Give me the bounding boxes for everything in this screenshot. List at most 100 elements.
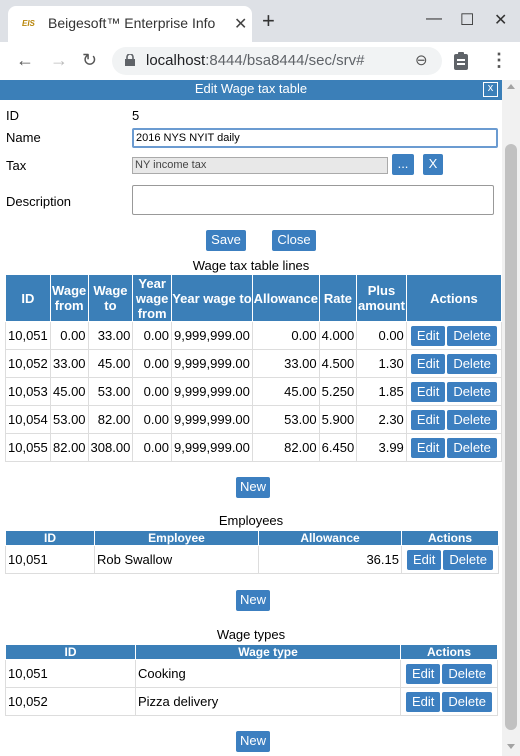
edit-button[interactable]: Edit <box>406 663 441 684</box>
cell-wage-to: 82.00 <box>87 405 134 434</box>
table-row: 10,053 45.00 53.00 0.00 9,999,999.00 45.… <box>5 377 502 406</box>
cell-wage-to: 33.00 <box>87 321 134 350</box>
col-header: Year wage from <box>132 274 172 322</box>
table-row: 10,051 Cooking Edit Delete <box>5 659 498 688</box>
cell-allowance: 33.00 <box>251 349 320 378</box>
col-header: Wage type <box>135 644 401 660</box>
delete-button[interactable]: Delete <box>442 663 492 684</box>
delete-button[interactable]: Delete <box>447 353 497 374</box>
lines-table: ID Wage from Wage to Year wage from Year… <box>5 274 502 462</box>
cell-wage-type: Cooking <box>135 659 401 688</box>
name-input[interactable] <box>132 128 498 148</box>
col-header: Actions <box>400 644 498 660</box>
minimize-icon[interactable]: — <box>426 10 442 28</box>
col-header: Wage to <box>87 274 134 322</box>
dialog-title: Edit Wage tax table <box>194 81 308 96</box>
cell-wage-to: 45.00 <box>87 349 134 378</box>
page-viewport: Edit Wage tax table x ID 5 Name Tax NY i… <box>0 80 502 756</box>
delete-button[interactable]: Delete <box>442 691 492 712</box>
col-header: Actions <box>401 530 499 546</box>
clipboard-icon[interactable] <box>454 52 468 70</box>
new-tab-icon[interactable]: + <box>262 10 275 32</box>
new-wage-type-button[interactable]: New <box>236 731 270 752</box>
browser-toolbar: ← → ↻ localhost:8444/bsa8444/sec/srv# ⊖ … <box>0 42 520 81</box>
description-textarea[interactable] <box>132 185 494 215</box>
cell-wage-to: 53.00 <box>87 377 134 406</box>
reload-icon[interactable]: ↻ <box>82 50 97 71</box>
delete-button[interactable]: Delete <box>447 325 497 346</box>
new-line-button[interactable]: New <box>236 477 270 498</box>
delete-button[interactable]: Delete <box>447 409 497 430</box>
scroll-up-icon[interactable] <box>507 84 515 89</box>
edit-button[interactable]: Edit <box>410 409 446 430</box>
tax-field[interactable]: NY income tax <box>132 157 388 174</box>
browser-tab[interactable]: EIS Beigesoft™ Enterprise Info ✕ <box>8 6 252 42</box>
cell-allowance: 45.00 <box>251 377 320 406</box>
cell-actions: Edit Delete <box>405 377 502 406</box>
cell-wage-from: 0.00 <box>49 321 89 350</box>
dialog-close-button[interactable]: x <box>483 82 498 97</box>
favicon-icon: EIS <box>22 19 35 28</box>
cell-id: 10,052 <box>5 687 136 716</box>
tab-strip: EIS Beigesoft™ Enterprise Info ✕ + — ☐ ✕ <box>0 0 520 42</box>
cell-id: 10,051 <box>5 321 51 350</box>
tax-pick-button[interactable]: ... <box>392 154 414 175</box>
cell-rate: 4.000 <box>318 321 358 350</box>
cell-year-wage-to: 9,999,999.00 <box>170 349 253 378</box>
col-header: Actions <box>405 274 502 322</box>
cell-rate: 5.900 <box>318 405 358 434</box>
cell-year-wage-from: 0.00 <box>132 433 172 462</box>
table-row: 10,054 53.00 82.00 0.00 9,999,999.00 53.… <box>5 405 502 434</box>
edit-button[interactable]: Edit <box>410 325 446 346</box>
scroll-thumb[interactable] <box>505 144 517 730</box>
tab-title: Beigesoft™ Enterprise Info <box>48 15 216 31</box>
cell-id: 10,051 <box>5 545 95 574</box>
scroll-down-icon[interactable] <box>507 744 515 749</box>
table-row: 10,052 Pizza delivery Edit Delete <box>5 687 498 716</box>
edit-button[interactable]: Edit <box>410 353 446 374</box>
close-button[interactable]: Close <box>272 230 316 251</box>
cell-employee: Rob Swallow <box>94 545 259 574</box>
cell-year-wage-to: 9,999,999.00 <box>170 377 253 406</box>
edit-button[interactable]: Edit <box>407 549 442 570</box>
edit-button[interactable]: Edit <box>410 437 446 458</box>
table-row: 10,052 33.00 45.00 0.00 9,999,999.00 33.… <box>5 349 502 378</box>
menu-icon[interactable]: ⋮ <box>490 50 508 71</box>
wage-types-header-row: ID Wage type Actions <box>5 644 498 660</box>
cell-actions: Edit Delete <box>405 321 502 350</box>
cell-plus-amount: 3.99 <box>356 433 407 462</box>
back-icon[interactable]: ← <box>16 50 34 71</box>
name-label: Name <box>6 130 41 145</box>
cell-plus-amount: 2.30 <box>356 405 407 434</box>
lock-icon <box>125 54 135 66</box>
employees-header-row: ID Employee Allowance Actions <box>5 530 499 546</box>
maximize-icon[interactable]: ☐ <box>460 10 474 30</box>
wage-types-table: ID Wage type Actions 10,051 Cooking Edit… <box>5 644 498 716</box>
lines-title: Wage tax table lines <box>192 258 310 273</box>
edit-button[interactable]: Edit <box>410 381 446 402</box>
description-label: Description <box>6 194 72 209</box>
zoom-icon[interactable]: ⊖ <box>415 51 428 69</box>
tax-clear-button[interactable]: X <box>423 154 443 175</box>
delete-button[interactable]: Delete <box>443 549 493 570</box>
edit-button[interactable]: Edit <box>406 691 441 712</box>
window-close-icon[interactable]: ✕ <box>494 10 507 30</box>
cell-wage-from: 53.00 <box>49 405 89 434</box>
cell-allowance: 82.00 <box>251 433 320 462</box>
scrollbar[interactable] <box>502 80 520 756</box>
table-row: 10,051 0.00 33.00 0.00 9,999,999.00 0.00… <box>5 321 502 350</box>
new-employee-button[interactable]: New <box>236 590 270 611</box>
delete-button[interactable]: Delete <box>447 437 497 458</box>
forward-icon[interactable]: → <box>50 50 68 71</box>
employees-title: Employees <box>218 513 284 528</box>
cell-year-wage-to: 9,999,999.00 <box>170 405 253 434</box>
delete-button[interactable]: Delete <box>447 381 497 402</box>
dialog-header: Edit Wage tax table x <box>0 80 502 100</box>
url-path: :8444/bsa8444/sec/srv# <box>205 52 365 69</box>
id-label: ID <box>6 108 19 123</box>
tab-close-icon[interactable]: ✕ <box>234 14 247 34</box>
address-bar[interactable]: localhost:8444/bsa8444/sec/srv# ⊖ <box>112 47 442 75</box>
col-header: Plus amount <box>356 274 407 322</box>
save-button[interactable]: Save <box>206 230 246 251</box>
cell-wage-from: 45.00 <box>49 377 89 406</box>
